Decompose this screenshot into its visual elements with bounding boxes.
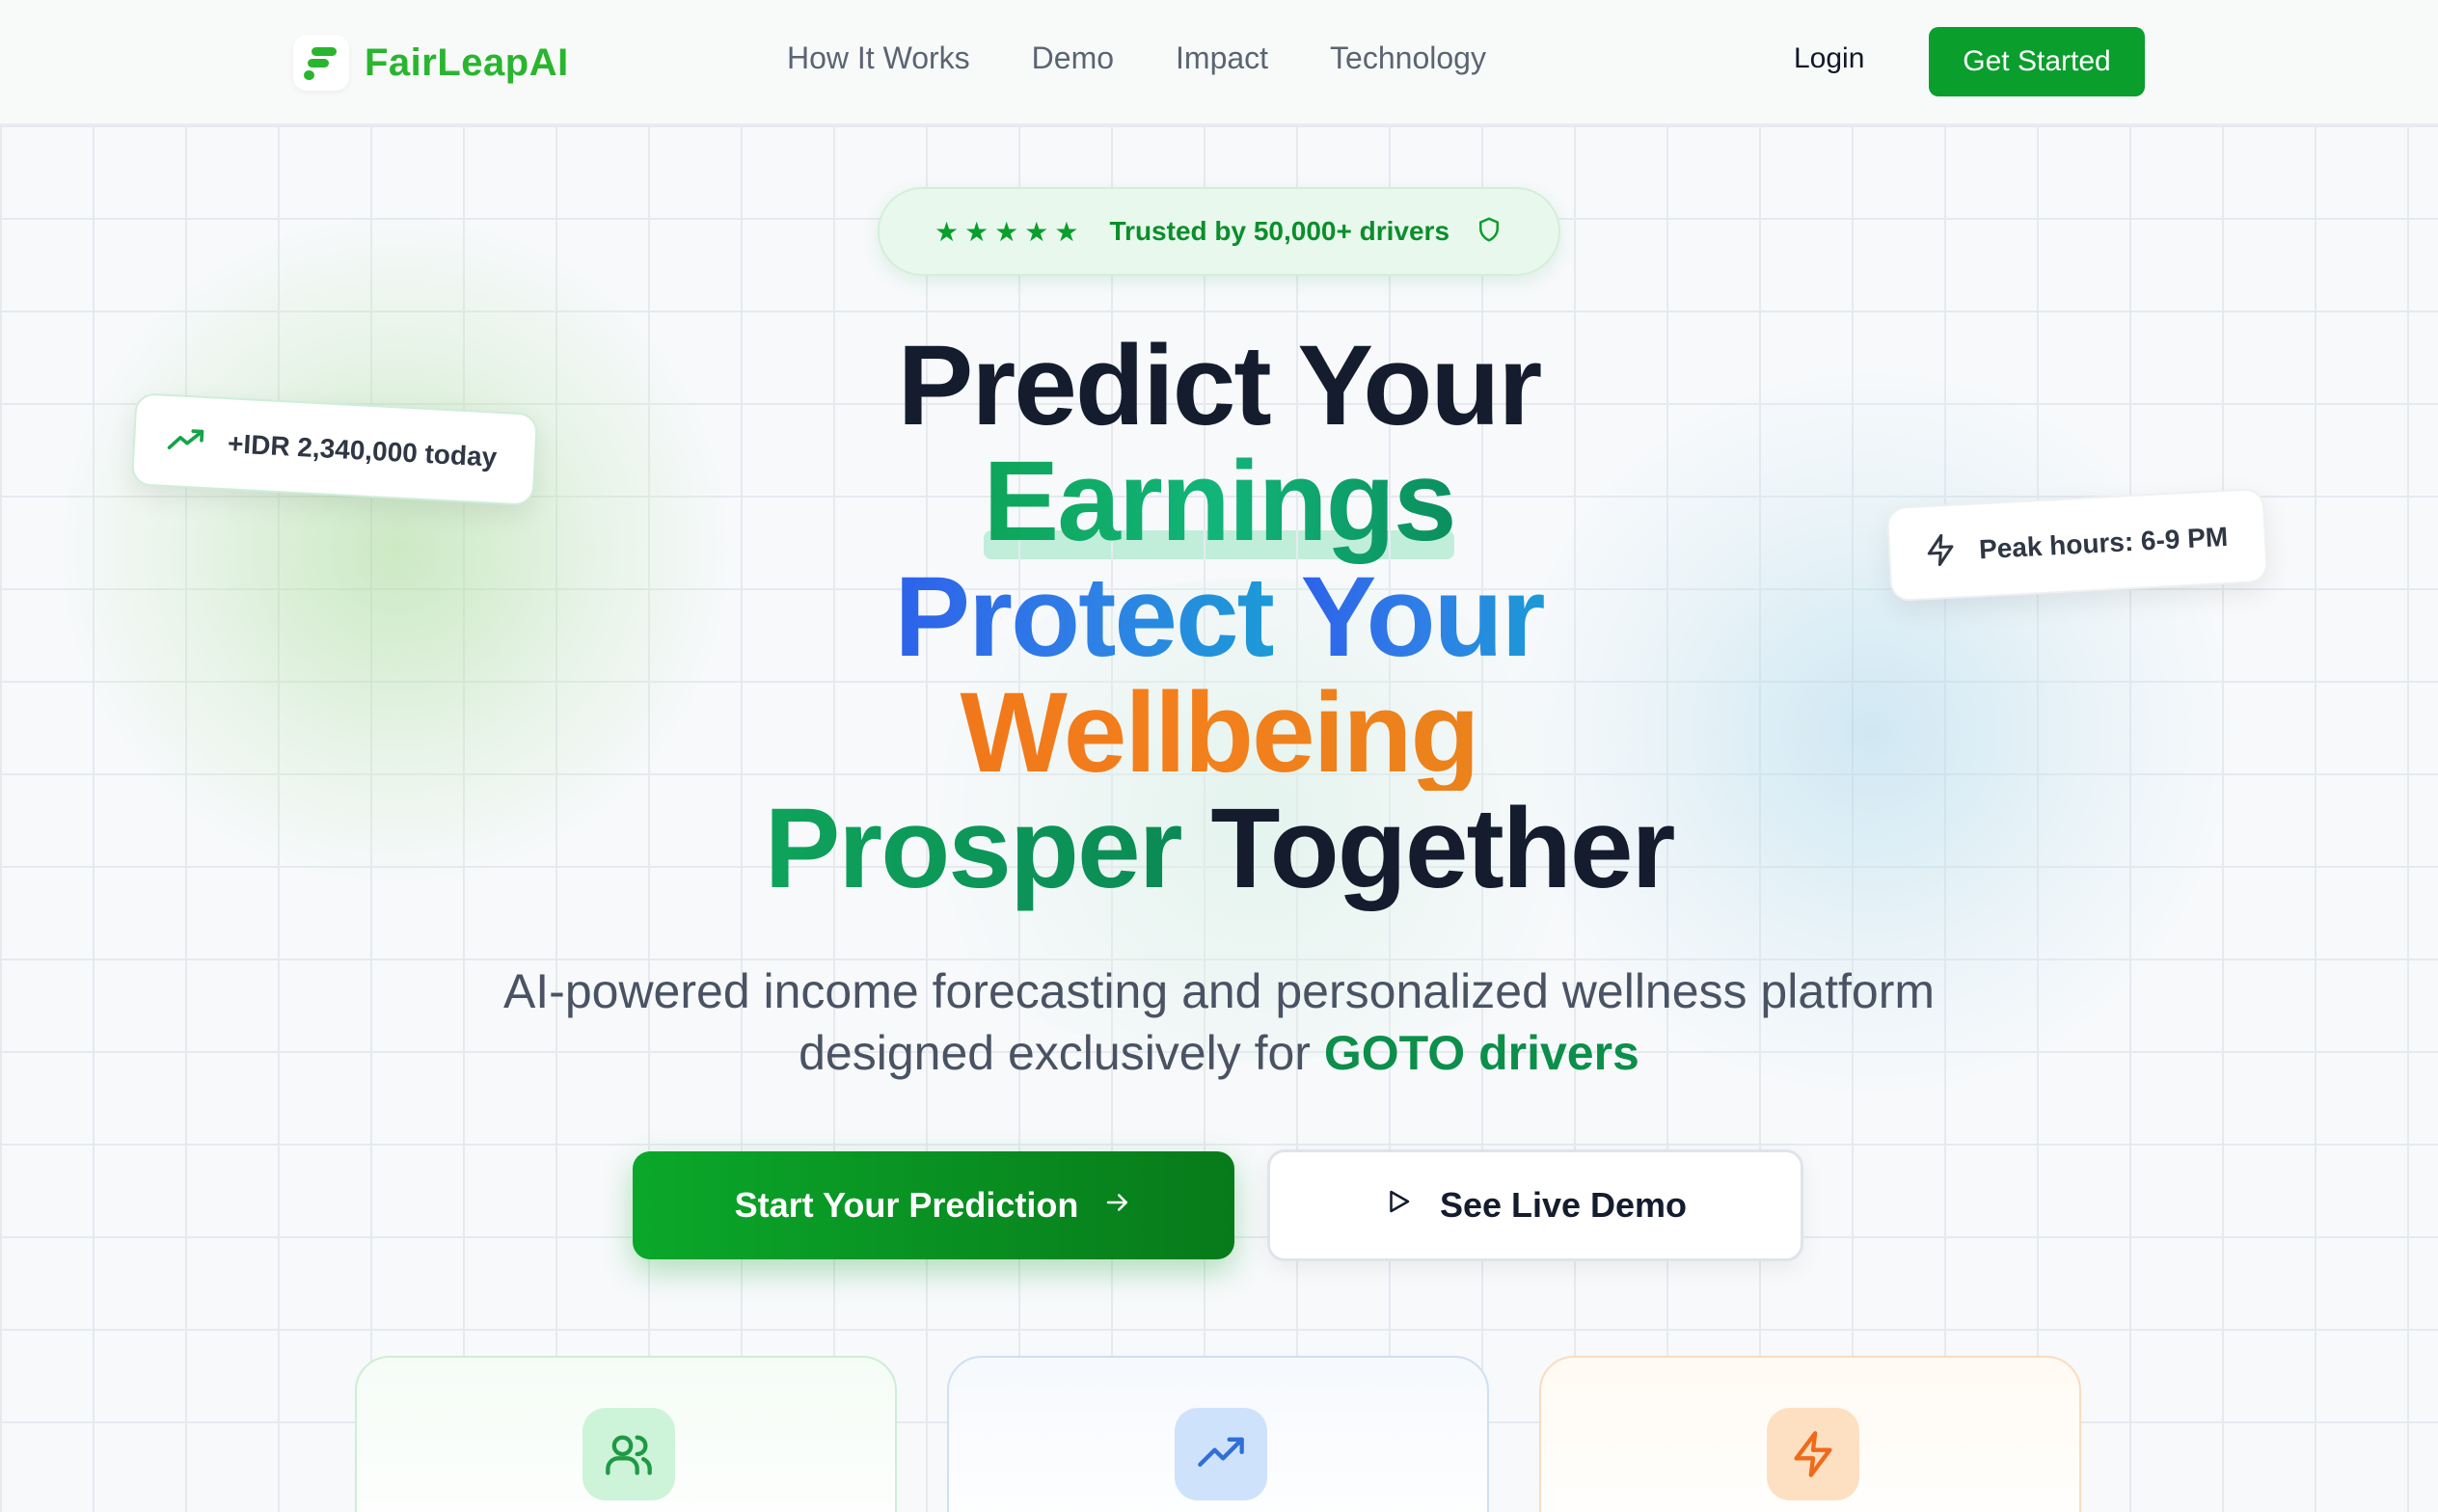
users-icon — [582, 1408, 675, 1500]
feature-card-forecast[interactable] — [947, 1356, 1489, 1512]
nav-technology[interactable]: Technology — [1330, 40, 1486, 76]
subtitle-line-2-prefix: designed exclusively for — [799, 1026, 1311, 1080]
login-link[interactable]: Login — [1794, 42, 1864, 75]
play-icon — [1384, 1185, 1413, 1226]
see-live-demo-button[interactable]: See Live Demo — [1267, 1149, 1803, 1261]
nav-how-it-works[interactable]: How It Works — [787, 40, 970, 76]
zap-icon — [1767, 1408, 1859, 1500]
together-word: Together — [1210, 785, 1675, 912]
your-word-blue: Your — [1300, 554, 1546, 681]
trust-text: Trusted by 50,000+ drivers — [1109, 216, 1450, 246]
goto-drivers-highlight: GOTO drivers — [1323, 1026, 1639, 1080]
hero-headline: Predict Your Earnings Protect Your Wellb… — [0, 328, 2438, 906]
protect-word: Protect — [894, 554, 1275, 681]
top-navbar: FairLeapAI How It Works Demo Impact Tech… — [0, 0, 2438, 125]
nav-impact[interactable]: Impact — [1176, 40, 1268, 76]
star-rating-icon: ★★★★★ — [934, 215, 1085, 248]
hero-subtitle: AI-powered income forecasting and person… — [0, 960, 2438, 1084]
feature-card-energy[interactable] — [1539, 1356, 2081, 1512]
subtitle-line-1: AI-powered income forecasting and person… — [502, 964, 1936, 1018]
nav-demo[interactable]: Demo — [1032, 40, 1114, 76]
start-prediction-button[interactable]: Start Your Prediction — [633, 1151, 1234, 1259]
arrow-right-icon — [1103, 1185, 1132, 1226]
headline-line-5: Prosper Together — [0, 791, 2438, 906]
see-live-demo-label: See Live Demo — [1439, 1185, 1688, 1225]
trending-up-icon — [1175, 1408, 1267, 1500]
main-nav: How It Works Demo Impact Technology — [787, 40, 1486, 76]
trust-badge: ★★★★★ Trusted by 50,000+ drivers — [878, 187, 1560, 276]
feature-card-community[interactable] — [355, 1356, 897, 1512]
brand-name: FairLeapAI — [365, 40, 569, 84]
brand-logo[interactable]: FairLeapAI — [293, 35, 569, 91]
prosper-word: Prosper — [764, 785, 1183, 912]
get-started-button[interactable]: Get Started — [1929, 27, 2145, 96]
headline-line-2: Earnings — [0, 444, 2438, 559]
shield-icon — [1475, 215, 1503, 248]
earnings-word: Earnings — [983, 438, 1457, 565]
headline-line-4: Wellbeing — [0, 675, 2438, 791]
logo-icon — [293, 35, 349, 91]
earnings-highlight: Earnings — [983, 444, 1456, 559]
start-prediction-label: Start Your Prediction — [734, 1185, 1079, 1225]
headline-line-3: Protect Your — [0, 559, 2438, 675]
headline-line-1: Predict Your — [897, 322, 1543, 449]
